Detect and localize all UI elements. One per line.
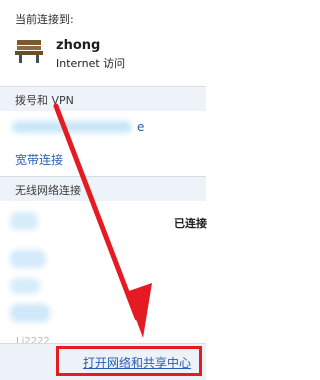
- annotation-arrow: [53, 103, 152, 338]
- arrow-shaft: [53, 103, 140, 321]
- arrow-head: [126, 283, 152, 338]
